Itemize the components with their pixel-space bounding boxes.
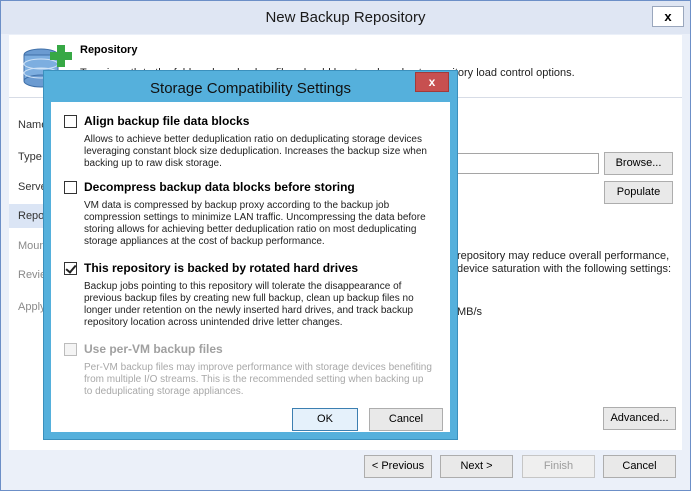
per-vm-files-description: Per-VM backup files may improve performa… — [84, 362, 432, 397]
browse-button[interactable]: Browse... — [604, 152, 673, 175]
dialog-close-button[interactable]: x — [415, 72, 449, 92]
header-title: Repository — [80, 44, 138, 56]
window-close-button[interactable]: x — [652, 6, 684, 27]
align-blocks-description: Allows to achieve better deduplication r… — [84, 134, 427, 169]
per-vm-files-label[interactable]: Use per-VM backup files — [84, 342, 223, 356]
decompress-blocks-description: VM data is compressed by backup proxy ac… — [84, 200, 426, 247]
nav-item-review[interactable]: Review — [18, 269, 44, 281]
load-control-text-2: device saturation with the following set… — [457, 263, 672, 275]
nav-item-name[interactable]: Name — [18, 119, 44, 131]
repository-path-input[interactable] — [453, 153, 599, 174]
rotated-drives-description: Backup jobs pointing to this repository … — [84, 281, 414, 328]
next-button[interactable]: Next > — [440, 455, 513, 478]
dialog-title: Storage Compatibility Settings — [150, 80, 351, 97]
populate-button[interactable]: Populate — [604, 181, 673, 204]
rotated-drives-checkbox[interactable] — [64, 262, 77, 275]
dialog-cancel-button[interactable]: Cancel — [369, 408, 443, 431]
decompress-blocks-label[interactable]: Decompress backup data blocks before sto… — [84, 180, 355, 194]
nav-item-type[interactable]: Type — [18, 151, 44, 163]
dialog-body: Align backup file data blocks Allows to … — [51, 102, 450, 432]
load-control-text-1: repository may reduce overall performanc… — [457, 250, 670, 262]
nav-item-mount-server[interactable]: Mount Server — [18, 240, 44, 252]
window-title: New Backup Repository — [1, 1, 690, 34]
wizard-cancel-button[interactable]: Cancel — [603, 455, 676, 478]
nav-item-repository[interactable]: Repository — [9, 204, 47, 228]
align-blocks-checkbox[interactable] — [64, 115, 77, 128]
finish-button[interactable]: Finish — [522, 455, 595, 478]
rotated-drives-label[interactable]: This repository is backed by rotated har… — [84, 261, 358, 275]
storage-compatibility-dialog: Storage Compatibility Settings x Align b… — [43, 70, 458, 440]
decompress-blocks-checkbox[interactable] — [64, 181, 77, 194]
nav-item-apply[interactable]: Apply — [18, 301, 44, 313]
per-vm-files-checkbox[interactable] — [64, 343, 77, 356]
previous-button[interactable]: < Previous — [364, 455, 432, 478]
nav-item-server[interactable]: Server — [18, 181, 44, 193]
dialog-ok-button[interactable]: OK — [292, 408, 358, 431]
align-blocks-label[interactable]: Align backup file data blocks — [84, 114, 249, 128]
advanced-button[interactable]: Advanced... — [603, 407, 676, 430]
rate-unit-label: MB/s — [457, 306, 483, 318]
